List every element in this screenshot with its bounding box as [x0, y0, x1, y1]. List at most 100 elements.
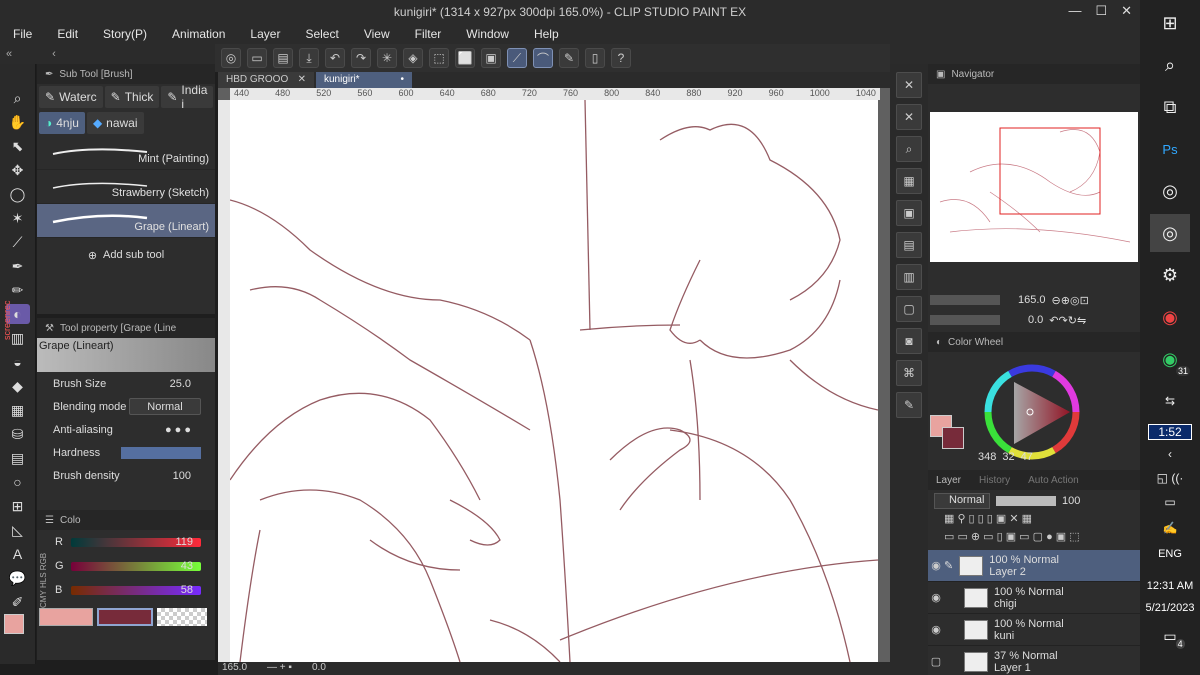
- battery-icon[interactable]: ▭: [1150, 492, 1190, 512]
- navigator-zoom-value[interactable]: 165.0: [1018, 294, 1046, 306]
- smartphone-icon[interactable]: ▯: [585, 48, 605, 68]
- layer-blend-select[interactable]: Normal: [934, 493, 990, 509]
- snap-grid-icon[interactable]: ✎: [559, 48, 579, 68]
- gradient-icon[interactable]: ▤: [6, 448, 30, 468]
- layer-row[interactable]: ◉ 100 % Normal kuni: [928, 614, 1140, 646]
- menu-view[interactable]: View: [351, 27, 402, 41]
- move-tool-icon[interactable]: ✥: [6, 160, 30, 180]
- layer-row[interactable]: ◉ 100 % Normal chigi: [928, 582, 1140, 614]
- rgb-tab[interactable]: RGB: [39, 553, 48, 570]
- zoom-buttons-icon[interactable]: ⊖⊕◎⊡: [1052, 294, 1089, 307]
- tab-india[interactable]: ✎ India i: [161, 83, 214, 111]
- animation-icon[interactable]: ⌘: [896, 360, 922, 386]
- brush-item-strawberry[interactable]: Strawberry (Sketch): [37, 170, 215, 204]
- task-view-icon[interactable]: ⧉: [1150, 88, 1190, 126]
- eye-icon[interactable]: ◉: [928, 591, 944, 604]
- wheel-color-swatches[interactable]: [930, 415, 970, 455]
- menu-animation[interactable]: Animation: [159, 27, 237, 41]
- close-icon[interactable]: ✕: [1121, 3, 1132, 19]
- menu-help[interactable]: Help: [521, 27, 571, 41]
- system-clock[interactable]: 12:31 AM: [1147, 580, 1193, 592]
- whatsapp-icon[interactable]: ◉ 31: [1150, 340, 1190, 378]
- blending-mode-select[interactable]: Normal: [129, 398, 201, 415]
- ruler-tool-icon[interactable]: ◺: [6, 520, 30, 540]
- pen-taskbar-icon[interactable]: ✍: [1150, 516, 1190, 540]
- windows-start-icon[interactable]: ⊞: [1150, 4, 1190, 42]
- drawing-canvas[interactable]: [230, 100, 878, 662]
- tab-auto-action[interactable]: Auto Action: [1028, 475, 1079, 486]
- magic-wand-icon[interactable]: ✶: [6, 208, 30, 228]
- tab-history[interactable]: History: [979, 475, 1010, 486]
- rotation-readout[interactable]: 0.0: [312, 662, 326, 675]
- settings-icon[interactable]: ⚙: [1150, 256, 1190, 294]
- navigator-rotate-value[interactable]: 0.0: [1028, 314, 1043, 326]
- layer-actions[interactable]: ▭ ▭ ⊕ ▭ ▯ ▣ ▭ ▢ ● ▣ ⬚: [928, 530, 1140, 548]
- figure-tool-icon[interactable]: ○: [6, 472, 30, 492]
- sub-view-icon[interactable]: ▣: [896, 200, 922, 226]
- brush-density-value[interactable]: 100: [173, 470, 191, 482]
- redo-icon[interactable]: ↷: [351, 48, 371, 68]
- layer-property-icon[interactable]: ▤: [896, 232, 922, 258]
- red-slider-row[interactable]: R 119: [37, 530, 215, 554]
- rotate-buttons-icon[interactable]: ↶↷↻⇋: [1049, 314, 1086, 327]
- sub-color-swatch[interactable]: [97, 608, 153, 626]
- transform-icon[interactable]: ⬚: [429, 48, 449, 68]
- invert-selection-icon[interactable]: ▣: [481, 48, 501, 68]
- brush-size-row[interactable]: Brush Size 25.0: [37, 372, 215, 395]
- transparent-swatch[interactable]: [157, 608, 207, 626]
- notification-icon[interactable]: ▭ 4: [1163, 628, 1185, 649]
- tool-color-swatches[interactable]: [4, 614, 34, 644]
- brush-item-mint[interactable]: Mint (Painting): [37, 136, 215, 170]
- timeline-icon[interactable]: ✎: [896, 392, 922, 418]
- zoom-slider[interactable]: [930, 295, 1000, 305]
- layer-row[interactable]: ◉ ✎ 100 % Normal Layer 2: [928, 550, 1140, 582]
- tab-watercolor[interactable]: ✎ Waterc: [39, 86, 103, 108]
- material-icon[interactable]: ▦: [896, 168, 922, 194]
- layer-opacity-slider[interactable]: [996, 496, 1056, 506]
- clip-studio-paint-icon[interactable]: ◎: [1150, 214, 1190, 252]
- eraser-icon[interactable]: ◆: [6, 376, 30, 396]
- search-icon[interactable]: ⌕: [896, 136, 922, 162]
- arrows-icon[interactable]: ⇆: [1150, 382, 1190, 420]
- operation-tool-icon[interactable]: ⬉: [6, 136, 30, 156]
- snap-special-ruler-icon[interactable]: ⌒: [533, 48, 553, 68]
- chrome-icon[interactable]: ◉: [1150, 298, 1190, 336]
- page-icon[interactable]: ▢: [896, 296, 922, 322]
- minimize-icon[interactable]: —: [1068, 3, 1081, 19]
- undo-icon[interactable]: ↶: [325, 48, 345, 68]
- pen-tool-icon[interactable]: ✒: [6, 256, 30, 276]
- item-bank-icon[interactable]: ▥: [896, 264, 922, 290]
- menu-filter[interactable]: Filter: [402, 27, 454, 41]
- collapse-left-icon[interactable]: «: [6, 48, 12, 60]
- value-value[interactable]: 47: [1021, 451, 1033, 465]
- clear-icon[interactable]: ✳: [377, 48, 397, 68]
- fill-icon[interactable]: ◈: [403, 48, 423, 68]
- photoshop-icon[interactable]: Ps: [1150, 130, 1190, 168]
- cmy-tab[interactable]: CMY: [39, 590, 48, 608]
- red-value[interactable]: 119: [175, 536, 193, 548]
- chevron-left-icon[interactable]: ‹: [1150, 444, 1190, 464]
- zoom-readout[interactable]: 165.0: [222, 662, 247, 675]
- clock-box[interactable]: 1:52: [1148, 424, 1192, 440]
- eyedropper-icon[interactable]: ⟋: [6, 232, 30, 252]
- green-value[interactable]: 43: [181, 560, 193, 572]
- zoom-tool-icon[interactable]: ⌕: [6, 88, 30, 108]
- menu-window[interactable]: Window: [453, 27, 521, 41]
- menu-story[interactable]: Story(P): [90, 27, 159, 41]
- lasso-tool-icon[interactable]: ◯: [6, 184, 30, 204]
- antialias-row[interactable]: Anti-aliasing ● ● ●: [37, 418, 215, 441]
- brush-density-row[interactable]: Brush density 100: [37, 464, 215, 487]
- brush-item-grape[interactable]: Grape (Lineart): [37, 204, 215, 238]
- tab-hbd-grooo[interactable]: HBD GROOO ✕: [218, 72, 314, 88]
- tab-thick[interactable]: ✎ Thick: [104, 86, 160, 108]
- hand-tool-icon[interactable]: ✋: [6, 112, 30, 132]
- bucket-icon[interactable]: ⛁: [6, 424, 30, 444]
- menu-layer[interactable]: Layer: [237, 27, 292, 41]
- close-panel-2-icon[interactable]: ✕: [896, 104, 922, 130]
- hardness-slider[interactable]: [121, 446, 201, 459]
- tab-kunigiri[interactable]: kunigiri* •: [316, 72, 412, 88]
- save-icon[interactable]: ⤓: [299, 48, 319, 68]
- camera-icon[interactable]: ◙: [896, 328, 922, 354]
- eye-icon[interactable]: ◉: [928, 559, 944, 572]
- system-date[interactable]: 5/21/2023: [1146, 602, 1195, 614]
